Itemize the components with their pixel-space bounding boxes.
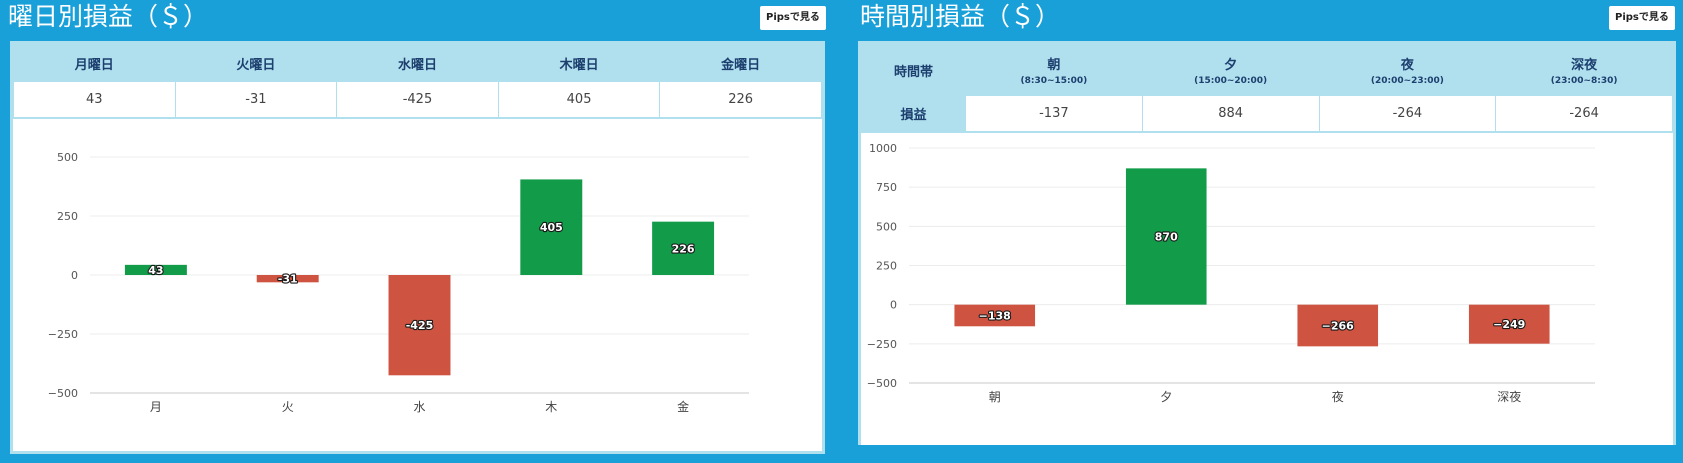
time-data-label: −138 [979, 309, 1011, 322]
weekday-bar-chart: 500 250 0 −250 −500 43 月 -31 火 -425 水 405 木 226 金 [48, 151, 749, 414]
weekday-pips-button[interactable]: Pipsで見る [760, 6, 826, 30]
time-data-label: 870 [1155, 231, 1178, 244]
time-header-latenight: 深夜 (23:00~8:30) [1495, 44, 1673, 96]
weekday-value-tue: -31 [174, 82, 338, 117]
time-value-night: -264 [1318, 96, 1497, 131]
time-header-night: 夜 (20:00~23:00) [1319, 44, 1496, 96]
time-value-latenight: -264 [1495, 96, 1673, 131]
time-bar-chart: 1000 750 500 250 0 −250 −500 −138 朝 870 夕 −266 夜 −249… [867, 142, 1595, 404]
weekday-value-fri: 226 [659, 82, 822, 117]
time-ytick-label: 1000 [869, 142, 897, 155]
weekday-data-label: 226 [672, 242, 695, 255]
weekday-data-label: -31 [278, 273, 298, 286]
weekday-panel: 曜日別損益（＄） Pipsで見る 月曜日 火曜日 水曜日 木曜日 金曜日 43 … [0, 0, 832, 463]
weekday-data-label: 43 [148, 264, 163, 277]
time-ytick-label: 500 [876, 220, 897, 233]
weekday-header-mon: 月曜日 [13, 44, 176, 82]
time-ytick-label: 750 [876, 181, 897, 194]
time-header-morning: 朝 (8:30~15:00) [965, 44, 1143, 96]
weekday-panel-title: 曜日別損益（＄） [8, 2, 209, 31]
weekday-chart-box: 500 250 0 −250 −500 43 月 -31 火 -425 水 405 木 226 金 [13, 119, 822, 451]
weekday-ytick-label: 500 [57, 151, 78, 164]
time-card: 時間帯 朝 (8:30~15:00) 夕 (15:00~20:00) 夜 (20… [858, 41, 1676, 445]
time-header-night-name: 夜 [1400, 58, 1414, 73]
time-header-morning-range: (8:30~15:00) [1020, 76, 1088, 86]
weekday-ytick-label: −250 [48, 328, 78, 341]
time-ytick-label: 250 [876, 260, 897, 273]
time-pips-button[interactable]: Pipsで見る [1609, 6, 1675, 30]
time-value-evening: 884 [1141, 96, 1320, 131]
weekday-summary-table: 月曜日 火曜日 水曜日 木曜日 金曜日 43 -31 -425 405 226 [13, 44, 822, 117]
weekday-ytick-label: 250 [57, 210, 78, 223]
time-data-label: −249 [1493, 318, 1525, 331]
time-ytick-label: −500 [867, 377, 897, 390]
time-header-latenight-name: 深夜 [1571, 58, 1598, 73]
weekday-data-label: 405 [540, 221, 563, 234]
weekday-header-wed: 水曜日 [336, 44, 499, 82]
time-header-night-range: (20:00~23:00) [1370, 76, 1444, 86]
time-xtick-label: 夜 [1332, 389, 1344, 404]
time-header-evening-name: 夕 [1224, 58, 1238, 73]
weekday-card: 月曜日 火曜日 水曜日 木曜日 金曜日 43 -31 -425 405 226 … [10, 41, 825, 454]
time-header-morning-name: 朝 [1047, 58, 1061, 73]
weekday-header-thu: 木曜日 [498, 44, 660, 82]
weekday-ytick-label: 0 [71, 269, 78, 282]
time-ytick-label: 0 [890, 299, 897, 312]
time-header-evening: 夕 (15:00~20:00) [1142, 44, 1319, 96]
time-header-latenight-range: (23:00~8:30) [1550, 76, 1618, 86]
time-panel: 時間別損益（＄） Pipsで見る 時間帯 朝 (8:30~15:00) 夕 (1… [852, 0, 1683, 463]
time-xtick-label: 夕 [1160, 390, 1172, 404]
time-panel-title: 時間別損益（＄） [860, 2, 1061, 31]
weekday-ytick-label: −500 [48, 387, 78, 400]
weekday-data-label: -425 [406, 319, 434, 332]
weekday-value-wed: -425 [336, 82, 499, 117]
time-row-label: 損益 [861, 96, 966, 131]
time-value-morning: -137 [965, 96, 1143, 131]
weekday-header-tue: 火曜日 [175, 44, 337, 82]
time-header-evening-range: (15:00~20:00) [1194, 76, 1268, 86]
weekday-xtick-label: 木 [545, 400, 557, 414]
weekday-xtick-label: 月 [150, 400, 162, 414]
time-chart-box: 1000 750 500 250 0 −250 −500 −138 朝 870 夕 −266 夜 −249… [861, 133, 1673, 445]
time-summary-table: 時間帯 朝 (8:30~15:00) 夕 (15:00~20:00) 夜 (20… [861, 44, 1673, 131]
weekday-header-fri: 金曜日 [659, 44, 822, 82]
weekday-xtick-label: 水 [413, 400, 425, 414]
weekday-value-mon: 43 [13, 82, 176, 117]
weekday-xtick-label: 火 [282, 400, 294, 414]
time-xtick-label: 深夜 [1497, 389, 1521, 404]
weekday-value-thu: 405 [497, 82, 661, 117]
time-xtick-label: 朝 [989, 390, 1001, 404]
weekday-xtick-label: 金 [677, 399, 689, 414]
time-ytick-label: −250 [867, 338, 897, 351]
time-data-label: −266 [1322, 320, 1355, 333]
time-header-corner: 時間帯 [861, 44, 966, 96]
